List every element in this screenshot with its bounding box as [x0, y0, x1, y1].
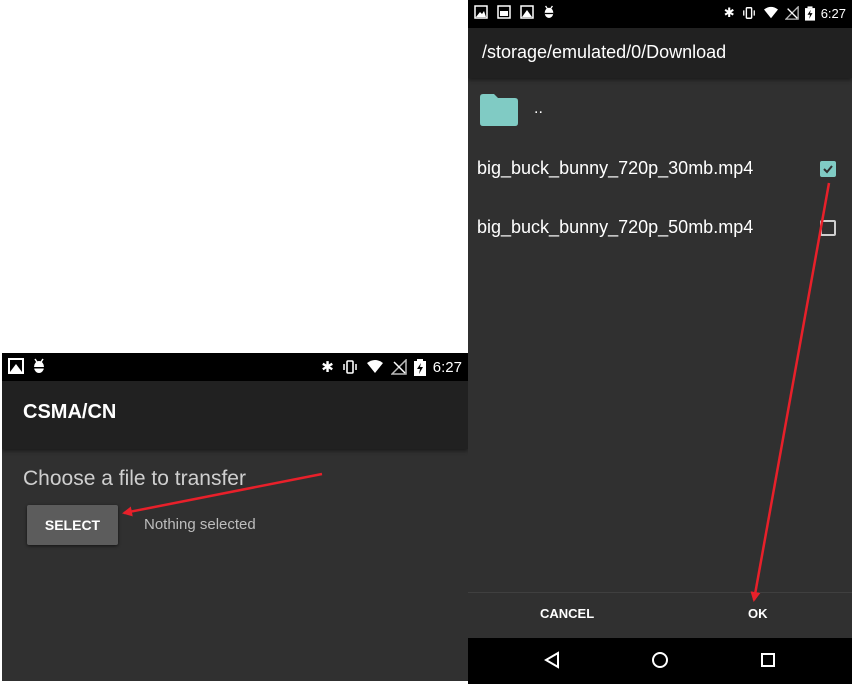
- wifi-icon: [366, 360, 383, 373]
- status-bar: ✱ 6:27: [468, 0, 852, 28]
- bluetooth-icon: ✱: [723, 5, 735, 20]
- folder-icon: [480, 94, 518, 126]
- file-name: big_buck_bunny_720p_50mb.mp4: [477, 217, 754, 237]
- image-icon: [8, 358, 24, 374]
- file-name: big_buck_bunny_720p_30mb.mp4: [477, 158, 754, 178]
- file-picker-screen: ✱ 6:27 /storage/emulated/0/Download .. b…: [468, 0, 852, 684]
- vibrate-icon: [343, 360, 357, 374]
- app-title: CSMA/CN: [23, 401, 117, 423]
- file-row[interactable]: big_buck_bunny_720p_50mb.mp4: [468, 201, 852, 257]
- checkmark-icon: [823, 165, 833, 174]
- file-checkbox[interactable]: [820, 161, 836, 177]
- file-row[interactable]: big_buck_bunny_720p_30mb.mp4: [468, 142, 852, 198]
- status-time: 6:27: [432, 358, 462, 376]
- wifi-icon: [763, 6, 778, 19]
- cancel-button[interactable]: CANCEL: [540, 606, 594, 621]
- selection-status: Nothing selected: [144, 516, 256, 533]
- navigation-bar: [468, 638, 852, 684]
- no-signal-icon: [390, 359, 407, 375]
- gallery-icon: [474, 5, 488, 19]
- status-time: 6:27: [820, 5, 846, 21]
- path-title: /storage/emulated/0/Download: [482, 42, 727, 62]
- ok-button[interactable]: OK: [748, 606, 768, 621]
- no-signal-icon: [784, 6, 799, 20]
- parent-directory-row[interactable]: ..: [468, 86, 852, 136]
- file-checkbox[interactable]: [820, 220, 836, 236]
- parent-directory-label: ..: [534, 100, 543, 117]
- image-icon: [497, 5, 511, 19]
- back-icon[interactable]: [544, 651, 560, 669]
- android-debug-icon: [34, 358, 44, 373]
- vibrate-icon: [742, 7, 755, 19]
- android-debug-icon: [544, 5, 554, 18]
- bluetooth-icon: ✱: [321, 359, 334, 376]
- main-app-screen: ✱ 6:27 CSMA/CN Choose a file to transfer: [2, 353, 468, 681]
- status-bar: ✱ 6:27: [2, 353, 468, 381]
- battery-charging-icon: [413, 358, 426, 376]
- battery-charging-icon: [804, 5, 815, 21]
- recents-icon[interactable]: [760, 652, 776, 668]
- select-button[interactable]: SELECT: [27, 505, 118, 545]
- file-prompt: Choose a file to transfer: [23, 467, 246, 490]
- dialog-divider: [468, 592, 852, 593]
- image-icon: [520, 5, 534, 19]
- home-icon[interactable]: [651, 651, 669, 669]
